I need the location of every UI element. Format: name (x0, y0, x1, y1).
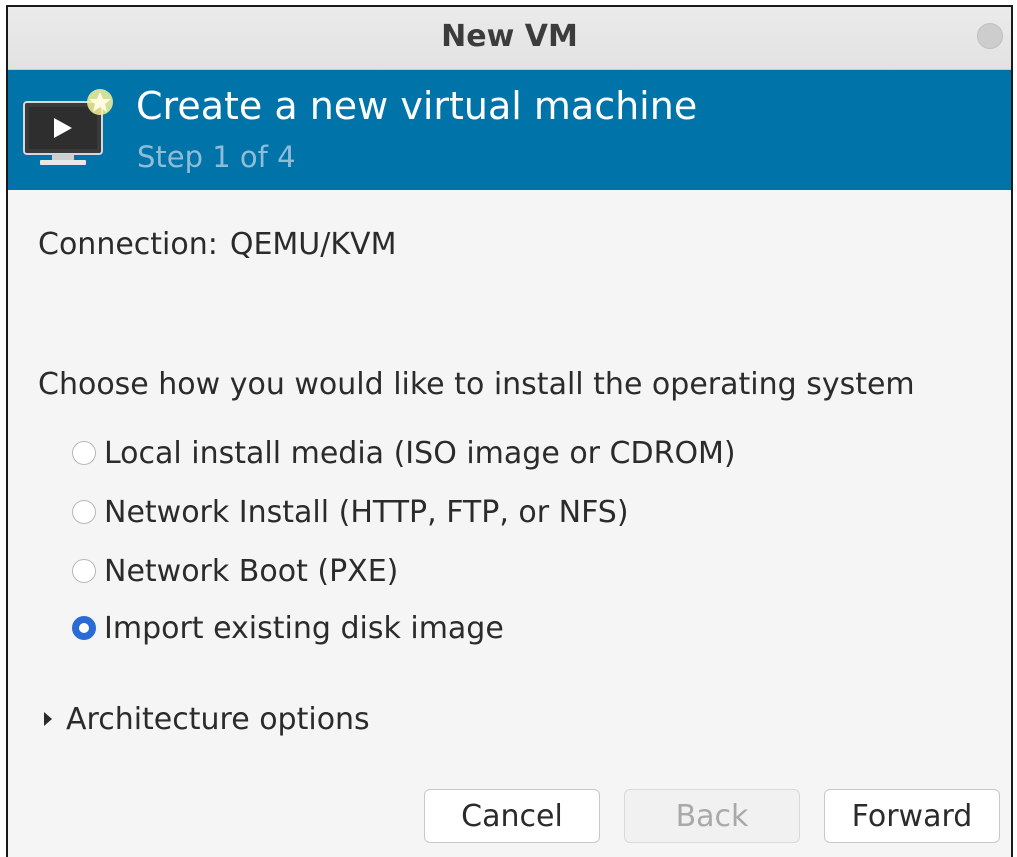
window-title: New VM (441, 19, 578, 54)
connection-row: Connection: QEMU/KVM (38, 227, 396, 262)
wizard-heading: Create a new virtual machine (136, 84, 698, 128)
radio-button-checked-icon[interactable] (72, 616, 96, 640)
cancel-button[interactable]: Cancel (424, 789, 600, 843)
expander-arrow-icon[interactable] (44, 712, 52, 726)
expander-label: Architecture options (66, 701, 370, 737)
radio-network-boot[interactable]: Network Boot (PXE) (72, 551, 398, 591)
architecture-options-expander[interactable]: Architecture options (44, 699, 370, 739)
radio-label: Local install media (ISO image or CDROM) (104, 435, 736, 471)
radio-network-install[interactable]: Network Install (HTTP, FTP, or NFS) (72, 492, 629, 532)
radio-import-disk-image[interactable]: Import existing disk image (72, 608, 504, 648)
radio-label: Network Install (HTTP, FTP, or NFS) (104, 494, 629, 530)
radio-label: Network Boot (PXE) (104, 553, 399, 589)
radio-button-unchecked-icon[interactable] (72, 500, 96, 524)
wizard-step-indicator: Step 1 of 4 (137, 140, 296, 174)
new-vm-window: New VM Create a new virtual machine Step… (6, 5, 1013, 857)
window-close-button[interactable] (977, 23, 1003, 49)
install-method-prompt: Choose how you would like to install the… (38, 367, 915, 402)
title-bar[interactable]: New VM (8, 7, 1011, 70)
radio-local-install-media[interactable]: Local install media (ISO image or CDROM) (72, 433, 736, 473)
radio-label: Import existing disk image (104, 610, 504, 646)
connection-label: Connection: (38, 227, 218, 262)
radio-button-unchecked-icon[interactable] (72, 559, 96, 583)
vm-monitor-new-icon (23, 89, 113, 165)
connection-value: QEMU/KVM (229, 227, 397, 262)
wizard-header-banner: Create a new virtual machine Step 1 of 4 (8, 70, 1011, 190)
back-button[interactable]: Back (624, 789, 800, 843)
radio-button-unchecked-icon[interactable] (72, 441, 96, 465)
forward-button[interactable]: Forward (824, 789, 1000, 843)
